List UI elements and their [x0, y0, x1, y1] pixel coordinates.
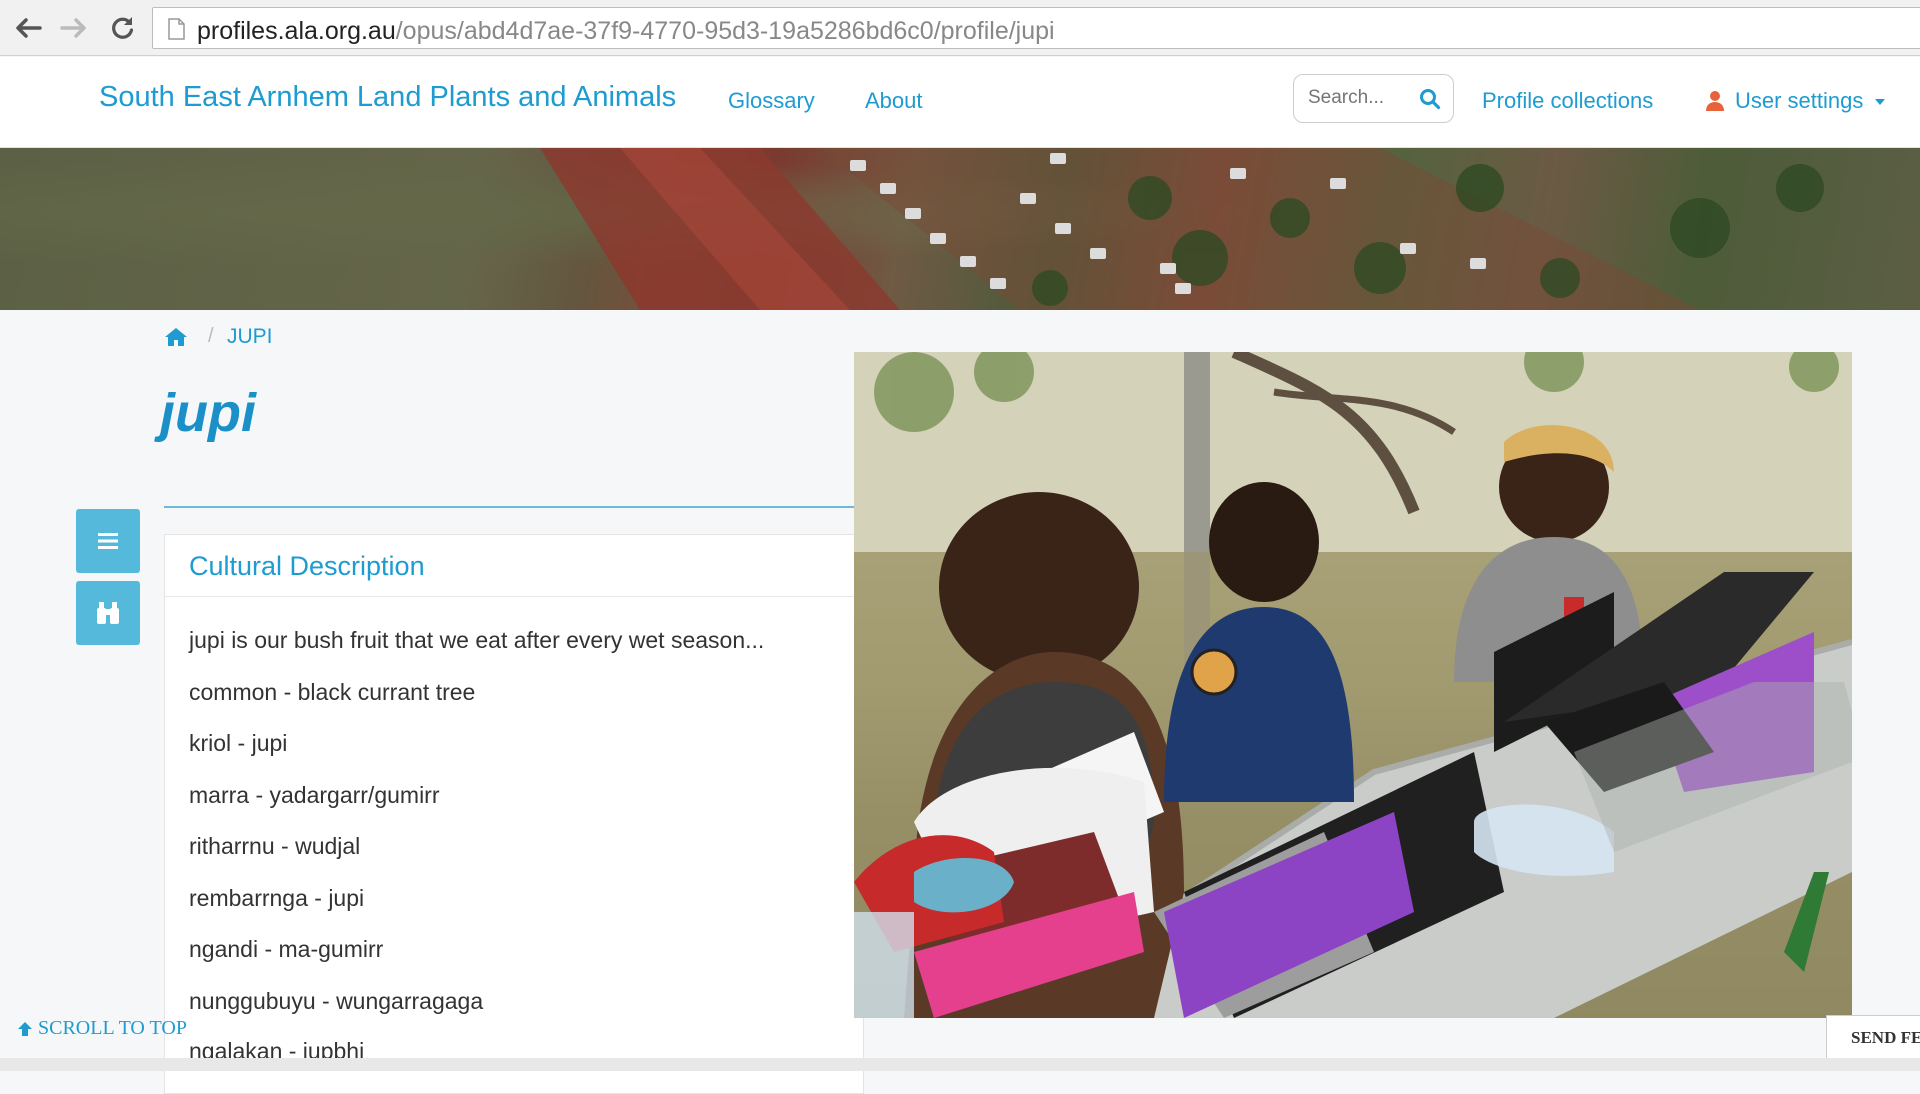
description-line: kriol - jupi	[189, 730, 288, 756]
scroll-to-top-label: SCROLL TO TOP	[38, 1017, 187, 1039]
user-settings-dropdown[interactable]: User settings	[1705, 88, 1887, 114]
reload-button[interactable]	[106, 12, 138, 44]
description-line: ngandi - ma-gumirr	[189, 936, 384, 962]
search-input[interactable]	[1308, 87, 1416, 109]
banner-image	[0, 148, 1920, 310]
browser-chrome: profiles.ala.org.au/opus/abd4d7ae-37f9-4…	[0, 0, 1920, 56]
url-text: profiles.ala.org.au/opus/abd4d7ae-37f9-4…	[197, 17, 1055, 46]
arrow-right-icon	[60, 18, 86, 38]
panel-title: Cultural Description	[189, 551, 425, 581]
site-header: South East Arnhem Land Plants and Animal…	[0, 57, 1920, 148]
description-line: marra - yadargarr/gumirr	[189, 782, 440, 808]
address-bar[interactable]: profiles.ala.org.au/opus/abd4d7ae-37f9-4…	[152, 7, 1920, 49]
send-feedback-button[interactable]: SEND FE	[1826, 1015, 1920, 1059]
arrow-left-icon	[16, 18, 42, 38]
profile-collections-link[interactable]: Profile collections	[1482, 88, 1653, 114]
title-divider	[164, 506, 854, 508]
profile-photo[interactable]	[854, 352, 1852, 1018]
forward-button[interactable]	[58, 12, 90, 44]
caret-down-icon	[1875, 99, 1886, 105]
nav-glossary[interactable]: Glossary	[728, 88, 815, 114]
list-icon	[98, 533, 118, 549]
description-line: jupi is our bush fruit that we eat after…	[189, 627, 765, 653]
menu-button[interactable]	[76, 509, 140, 573]
home-icon[interactable]	[164, 327, 188, 347]
description-line: rembarrnga - jupi	[189, 885, 365, 911]
site-brand-link[interactable]: South East Arnhem Land Plants and Animal…	[99, 81, 676, 114]
back-button[interactable]	[12, 12, 44, 44]
binoculars-icon	[97, 602, 119, 624]
description-line: ritharrnu - wudjal	[189, 833, 361, 859]
reload-icon	[112, 17, 134, 39]
user-icon	[1706, 91, 1724, 111]
arrow-up-icon	[18, 1021, 32, 1036]
description-line: nunggubuyu - wungarragaga	[189, 988, 484, 1014]
cultural-description-panel: Cultural Description jupi is our bush fr…	[164, 534, 864, 1094]
page-title: jupi	[160, 383, 256, 443]
panel-header: Cultural Description	[165, 535, 863, 597]
bottom-edge	[0, 1058, 1920, 1071]
description-line: common - black currant tree	[189, 679, 476, 705]
nav-about[interactable]: About	[865, 88, 923, 114]
search-box	[1293, 74, 1454, 123]
breadcrumb-current[interactable]: JUPI	[227, 325, 273, 349]
url-host: profiles.ala.org.au	[197, 17, 396, 45]
page-icon	[168, 18, 185, 40]
url-path: /opus/abd4d7ae-37f9-4770-95d3-19a5286bd6…	[395, 17, 1055, 45]
user-settings-label: User settings	[1735, 88, 1864, 113]
explore-button[interactable]	[76, 581, 140, 645]
search-icon[interactable]	[1419, 88, 1441, 110]
scroll-to-top-link[interactable]: SCROLL TO TOP	[16, 1017, 187, 1040]
breadcrumb-separator: /	[208, 325, 214, 347]
